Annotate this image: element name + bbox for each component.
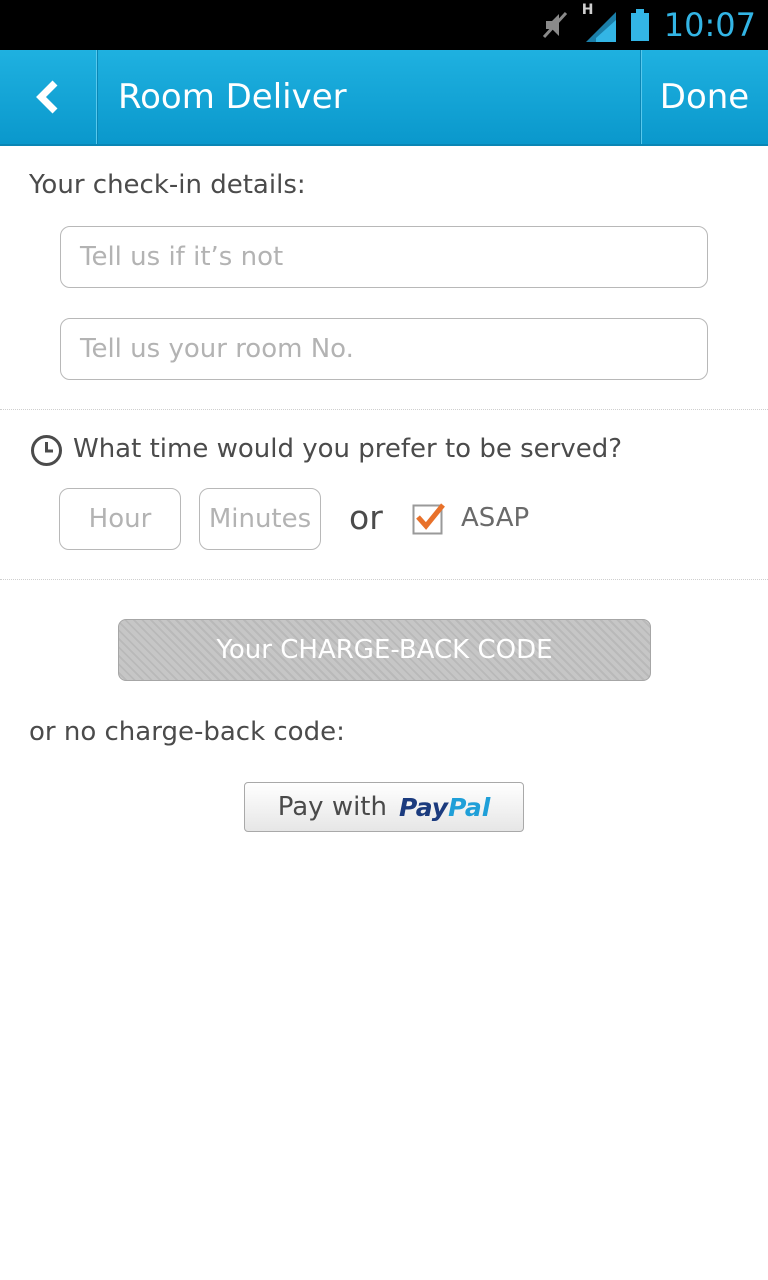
back-button[interactable] [0, 50, 97, 144]
checkin-note-input[interactable]: Tell us if it’s not [60, 226, 708, 288]
signal-icon: H [582, 2, 616, 42]
clock-icon [31, 435, 62, 466]
room-number-input[interactable]: Tell us your room No. [60, 318, 708, 380]
divider [0, 409, 768, 410]
asap-label: ASAP [461, 503, 530, 533]
no-code-label: or no charge-back code: [29, 717, 345, 747]
pay-with-label: Pay with [277, 792, 387, 822]
page-title: Room Deliver [118, 77, 347, 117]
or-text: or [349, 498, 383, 537]
status-bar: H 10:07 [0, 0, 768, 50]
battery-icon [630, 9, 649, 41]
asap-checkbox[interactable] [412, 501, 446, 535]
time-question: What time would you prefer to be served? [73, 434, 623, 464]
action-bar: Room Deliver Done [0, 50, 768, 146]
paypal-logo: PayPal [398, 792, 491, 822]
clock-time: 10:07 [663, 6, 756, 44]
checkin-label: Your check-in details: [29, 170, 306, 200]
charge-back-code-button[interactable]: Your CHARGE-BACK CODE [118, 619, 651, 681]
hour-input[interactable]: Hour [59, 488, 181, 550]
mute-icon [542, 11, 567, 39]
done-button[interactable]: Done [640, 50, 768, 144]
divider [0, 579, 768, 580]
status-icons: H 10:07 [542, 0, 756, 50]
back-chevron-icon [36, 80, 58, 114]
minutes-input[interactable]: Minutes [199, 488, 321, 550]
paypal-button[interactable]: Pay with PayPal [244, 782, 524, 832]
